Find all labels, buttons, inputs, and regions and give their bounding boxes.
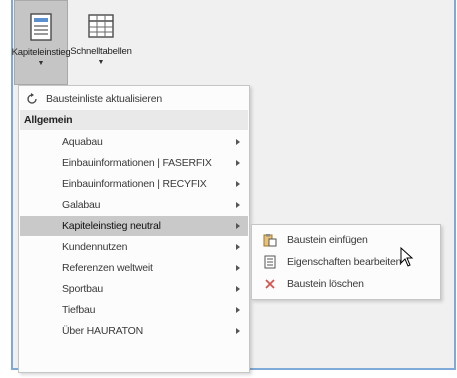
submenu-arrow-icon <box>236 307 240 313</box>
menu-item-kapiteleinstieg-neutral[interactable]: Kapiteleinstieg neutral <box>20 216 248 236</box>
delete-block-label: Baustein löschen <box>287 278 364 290</box>
menu-item-label: Einbauinformationen | FASERFIX <box>62 157 212 169</box>
schnelltabellen-label: Schnelltabellen <box>70 46 132 57</box>
menu-item-kundennutzen[interactable]: Kundennutzen <box>20 237 248 257</box>
menu-item-label: Kundennutzen <box>62 241 128 253</box>
submenu-arrow-icon <box>236 160 240 166</box>
kapiteleinstieg-dropdown: Bausteinliste aktualisieren Allgemein Aq… <box>18 85 250 373</box>
edit-properties-label: Eigenschaften bearbeiten <box>287 256 402 268</box>
submenu-arrow-icon <box>236 139 240 145</box>
menu-item-label: Tiefbau <box>62 304 96 316</box>
menu-item-label: Kapiteleinstieg neutral <box>62 220 161 232</box>
kapiteleinstieg-label: Kapiteleinstieg <box>11 47 71 58</box>
submenu-arrow-icon <box>236 265 240 271</box>
schnelltabellen-button[interactable]: Schnelltabellen ▼ <box>70 0 132 85</box>
menu-item-aquabau[interactable]: Aquabau <box>20 132 248 152</box>
mouse-cursor-icon <box>400 247 414 267</box>
submenu-arrow-icon <box>236 202 240 208</box>
delete-x-icon <box>265 279 275 289</box>
submenu-arrow-icon <box>236 328 240 334</box>
menu-item-label: Aquabau <box>62 136 103 148</box>
paste-icon <box>263 234 277 247</box>
menu-item-referenzen[interactable]: Referenzen weltweit <box>20 258 248 278</box>
group-header-label: Allgemein <box>24 114 73 126</box>
submenu-arrow-icon <box>236 181 240 187</box>
group-header-allgemein: Allgemein <box>20 110 248 130</box>
document-list-icon <box>30 13 52 41</box>
delete-block-item[interactable]: Baustein löschen <box>253 273 439 295</box>
refresh-list-label: Bausteinliste aktualisieren <box>46 93 163 105</box>
submenu-arrow-icon <box>236 286 240 292</box>
menu-item-einbau-faserfix[interactable]: Einbauinformationen | FASERFIX <box>20 153 248 173</box>
menu-item-label: Galabau <box>62 199 101 211</box>
submenu-arrow-icon <box>236 223 240 229</box>
menu-item-sportbau[interactable]: Sportbau <box>20 279 248 299</box>
menu-item-label: Über HAURATON <box>62 325 144 337</box>
menu-item-tiefbau[interactable]: Tiefbau <box>20 300 248 320</box>
submenu-arrow-icon <box>236 244 240 250</box>
chevron-down-icon: ▼ <box>97 59 105 66</box>
menu-item-label: Sportbau <box>62 283 104 295</box>
refresh-list-item[interactable]: Bausteinliste aktualisieren <box>20 89 248 109</box>
menu-item-label: Einbauinformationen | RECYFIX <box>62 178 207 190</box>
menu-item-label: Referenzen weltweit <box>62 262 153 274</box>
table-grid-icon <box>88 14 114 38</box>
menu-item-ueber-hauraton[interactable]: Über HAURATON <box>20 321 248 341</box>
refresh-icon <box>27 93 37 104</box>
insert-block-label: Baustein einfügen <box>287 234 368 246</box>
kapiteleinstieg-button[interactable]: Kapiteleinstieg ▼ <box>11 0 71 85</box>
chevron-down-icon: ▼ <box>37 60 45 67</box>
properties-icon <box>264 255 276 269</box>
menu-item-einbau-recyfix[interactable]: Einbauinformationen | RECYFIX <box>20 174 248 194</box>
menu-item-galabau[interactable]: Galabau <box>20 195 248 215</box>
